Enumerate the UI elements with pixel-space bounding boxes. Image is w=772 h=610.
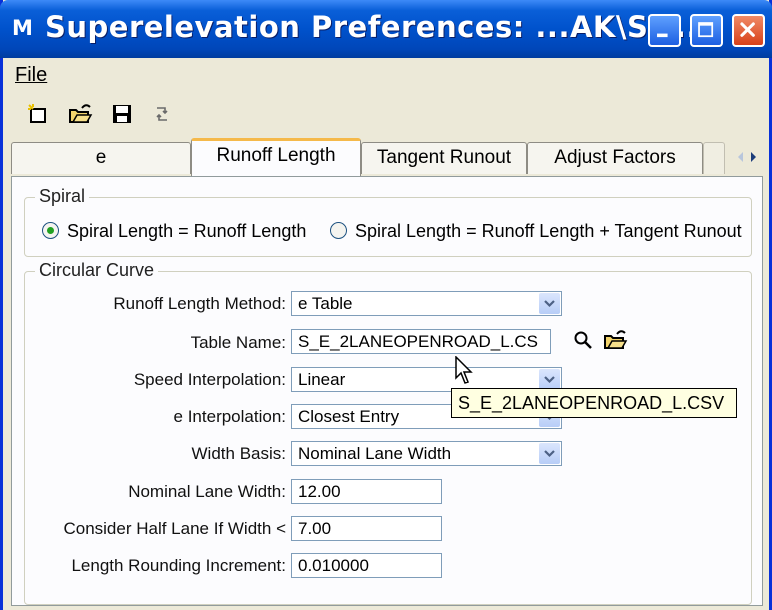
- save-icon[interactable]: [109, 101, 135, 127]
- length-rounding-increment-value: 0.010000: [298, 556, 369, 575]
- tab-e-label: e: [95, 147, 107, 168]
- tab-scroll-buttons[interactable]: [729, 146, 765, 168]
- search-icon[interactable]: [572, 329, 594, 351]
- tab-runoff-length[interactable]: Runoff Length: [191, 138, 361, 176]
- tab-adjust-factors-label: Adjust Factors: [554, 147, 676, 168]
- tab-tangent-runout[interactable]: Tangent Runout: [361, 142, 527, 174]
- table-name-tooltip: S_E_2LANEOPENROAD_L.CSV: [451, 388, 737, 418]
- speed-interpolation-label: Speed Interpolation:: [133, 370, 286, 389]
- width-basis-select[interactable]: Nominal Lane Width: [291, 441, 562, 466]
- maximize-icon: [698, 22, 714, 38]
- menu-file[interactable]: File: [15, 64, 47, 87]
- close-button[interactable]: [732, 14, 765, 47]
- tab-strip: e Runoff Length Tangent Runout Adjust Fa…: [3, 136, 769, 176]
- spiral-option-runoff-label: Spiral Length = Runoff Length: [67, 221, 307, 241]
- minimize-icon: [657, 33, 668, 38]
- tab-scroll-arrows-icon[interactable]: [729, 146, 765, 168]
- runoff-length-method-select[interactable]: e Table: [291, 291, 562, 316]
- menu-bar: File: [3, 62, 769, 90]
- length-rounding-increment-field[interactable]: 0.010000: [291, 553, 442, 578]
- new-file-icon[interactable]: [25, 101, 51, 127]
- spiral-option-runoff[interactable]: Spiral Length = Runoff Length: [42, 221, 306, 242]
- superelevation-preferences-window: M Superelevation Preferences: ...AK\S_..…: [0, 0, 772, 610]
- consider-half-lane-label: Consider Half Lane If Width <: [63, 519, 286, 538]
- consider-half-lane-field[interactable]: 7.00: [291, 516, 442, 541]
- e-interpolation-value: Closest Entry: [298, 407, 400, 426]
- tab-runoff-length-label: Runoff Length: [216, 145, 336, 166]
- chevron-down-icon[interactable]: [539, 293, 560, 314]
- nominal-lane-width-field[interactable]: 12.00: [291, 479, 442, 504]
- window-title: Superelevation Preferences: ...AK\S_...: [45, 10, 698, 44]
- refresh-icon[interactable]: [149, 101, 175, 127]
- length-rounding-increment-label: Length Rounding Increment:: [71, 556, 286, 575]
- open-folder-icon[interactable]: [67, 101, 93, 127]
- table-name-field[interactable]: S_E_2LANEOPENROAD_L.CS: [291, 329, 551, 354]
- nominal-lane-width-value: 12.00: [298, 482, 341, 501]
- e-interpolation-label: e Interpolation:: [173, 407, 286, 426]
- table-name-label: Table Name:: [190, 333, 286, 352]
- radio-selected-icon[interactable]: [42, 222, 59, 239]
- nominal-lane-width-label: Nominal Lane Width:: [128, 482, 286, 501]
- speed-interpolation-value: Linear: [298, 370, 346, 389]
- title-bar[interactable]: M Superelevation Preferences: ...AK\S_..…: [0, 0, 772, 58]
- chevron-down-icon[interactable]: [539, 443, 560, 464]
- mouse-pointer-icon: [455, 355, 475, 386]
- tab-adjust-factors[interactable]: Adjust Factors: [527, 142, 703, 174]
- runoff-length-method-value: e Table: [298, 294, 353, 313]
- table-name-value: S_E_2LANEOPENROAD_L.CS: [298, 332, 538, 351]
- consider-half-lane-value: 7.00: [298, 519, 332, 538]
- radio-unselected-icon[interactable]: [330, 222, 347, 239]
- chevron-down-icon[interactable]: [539, 369, 560, 390]
- spiral-option-runoff-plus-tangent[interactable]: Spiral Length = Runoff Length + Tangent …: [330, 221, 742, 242]
- tab-tangent-runout-label: Tangent Runout: [376, 147, 512, 168]
- maximize-button[interactable]: [690, 14, 723, 47]
- browse-folder-icon[interactable]: [602, 327, 628, 353]
- tab-partial[interactable]: [703, 142, 725, 174]
- runoff-length-method-label: Runoff Length Method:: [113, 294, 286, 313]
- tab-e[interactable]: e: [11, 142, 191, 174]
- spiral-group-title: Spiral: [35, 186, 90, 207]
- circular-curve-group-title: Circular Curve: [35, 260, 159, 281]
- spiral-option-runoff-plus-tangent-label: Spiral Length = Runoff Length + Tangent …: [355, 221, 742, 241]
- width-basis-label: Width Basis:: [191, 444, 286, 463]
- minimize-button[interactable]: [648, 14, 681, 47]
- app-icon: M: [12, 16, 33, 40]
- toolbar: [3, 96, 769, 130]
- width-basis-value: Nominal Lane Width: [298, 444, 452, 463]
- close-icon: [740, 22, 755, 37]
